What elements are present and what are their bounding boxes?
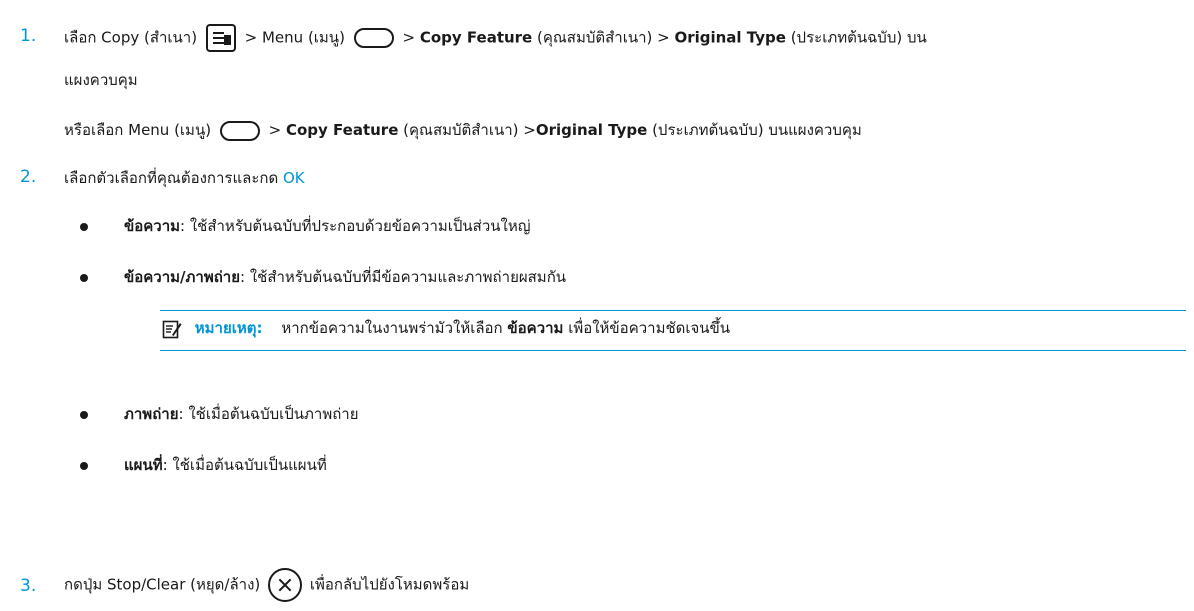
step-2-text: เลือกตัวเลือกที่คุณต้องการและกด OK [64,166,305,190]
step-1-text-e: (ประเภทต้นฉบับ) บน [785,28,927,47]
note-term: ข้อความ [507,319,564,337]
step-3-text-b: เพื่อกลับไปยังโหมดพร้อม [309,575,470,594]
stop-clear-icon [268,568,303,602]
note-icon [162,320,182,338]
original-type-term: Original Type [674,28,786,47]
option-term: แผนที่ [124,456,163,474]
note-text-b: เพื่อให้ข้อความชัดเจนขึ้น [563,319,731,337]
copy-feature-term: Copy Feature [419,28,533,47]
note-text-a: หากข้อความในงานพร่ามัวให้เลือก [281,319,508,337]
option-desc: : ใช้สำหรับต้นฉบับที่มีข้อความและภาพถ่าย… [240,268,567,286]
step-1-alternative: หรือเลือก Menu (เมนู) > Copy Feature (คุ… [64,118,862,142]
alt-text-d: (ประเภทต้นฉบับ) บนแผงควบคุม [647,121,862,139]
menu-button-icon [219,120,260,141]
copy-icon [205,24,236,52]
step-1-line-1: เลือก Copy (สำเนา) > Menu (เมนู) > Copy … [64,24,927,52]
menu-button-icon [353,28,394,48]
option-text: ภาพถ่าย: ใช้เมื่อต้นฉบับเป็นภาพถ่าย [124,402,359,426]
alt-copy-feature-term: Copy Feature [285,121,399,139]
note: หมายเหตุ: หากข้อความในงานพร่ามัวให้เลือก… [162,316,730,340]
option-text-photo: ข้อความ/ภาพถ่าย: ใช้สำหรับต้นฉบับที่มีข้… [124,265,566,289]
bullet [80,274,88,282]
ok-label: OK [282,169,305,187]
note-bottom-border [160,350,1186,351]
bullet [80,462,88,470]
alt-text-b: > [268,121,286,139]
step-1-text-b: > Menu (เมนู) [244,28,345,47]
option-desc: : ใช้เมื่อต้นฉบับเป็นภาพถ่าย [178,405,359,423]
step-1-line-2: แผงควบคุม [64,71,138,89]
step-2-instruction: เลือกตัวเลือกที่คุณต้องการและกด [64,169,283,187]
option-text: แผนที่: ใช้เมื่อต้นฉบับเป็นแผนที่ [124,453,327,477]
note-top-border [160,310,1186,311]
option-text: ข้อความ: ใช้สำหรับต้นฉบับที่ประกอบด้วยข้… [124,214,531,238]
step-3-text: กดปุ่ม Stop/Clear (หยุด/ล้าง) เพื่อกลับไ… [64,568,469,602]
step-1-text-c: > [402,28,420,47]
alt-text-a: หรือเลือก Menu (เมนู) [64,121,212,139]
option-desc: : ใช้เมื่อต้นฉบับเป็นแผนที่ [162,456,327,474]
step-3-number: 3. [20,576,37,596]
alt-text-c: (คุณสมบัติสำเนา) > [398,121,536,139]
step-2-number: 2. [20,167,37,187]
step-3-text-a: กดปุ่ม Stop/Clear (หยุด/ล้าง) [64,575,261,594]
alt-original-type-term: Original Type [535,121,648,139]
option-term: ข้อความ [124,217,181,235]
step-1-text-d: (คุณสมบัติสำเนา) > [532,28,675,47]
bullet [80,223,88,231]
option-term: ข้อความ/ภาพถ่าย [124,268,241,286]
option-desc: : ใช้สำหรับต้นฉบับที่ประกอบด้วยข้อความเป… [180,217,531,235]
step-1-text-a: เลือก Copy (สำเนา) [64,28,198,47]
step-1-number: 1. [20,26,37,46]
note-label: หมายเหตุ: [194,319,263,337]
option-term: ภาพถ่าย [124,405,179,423]
bullet [80,411,88,419]
